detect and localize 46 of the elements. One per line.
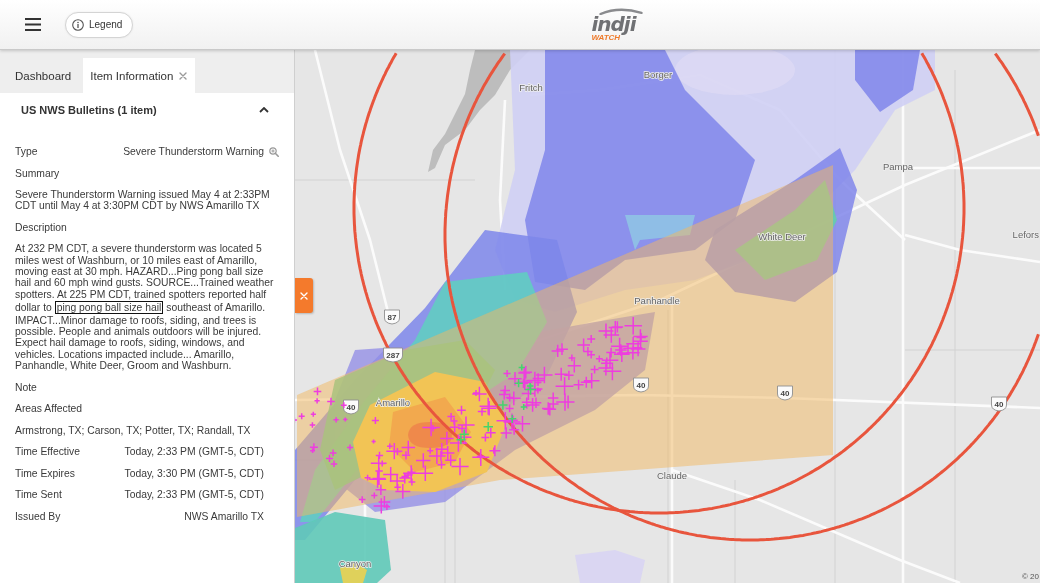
field-label: Type bbox=[15, 146, 38, 158]
field-text: Severe Thunderstorm Warning issued May 4 at 2:33PM CDT until May 4 at 3:30PM CDT by NWS Amarillo TX bbox=[15, 188, 271, 214]
info-icon bbox=[72, 18, 84, 31]
town-label: Amarillo bbox=[375, 397, 411, 408]
field-label: Time Sent bbox=[15, 489, 62, 501]
field-label: Note bbox=[15, 381, 37, 393]
tab[interactable]: Dashboard bbox=[8, 58, 80, 93]
highway-shield: 40 bbox=[777, 385, 793, 401]
highway-shield: 40 bbox=[991, 396, 1007, 412]
legend-button[interactable]: Legend bbox=[65, 11, 134, 38]
collapse-panel-button[interactable] bbox=[295, 278, 313, 313]
field-value: NWS Amarillo TX bbox=[184, 510, 264, 522]
field-text: At 232 PM CDT, a severe thunderstorm was located 5 miles west of Washburn, or 10 miles east of Amarillo, moving east at 30 mph. HAZARD...Ping pong ball size hail and 60 mph wind gusts. SOURCE...Trained weather spotters. At 225 PM CDT, trained spotters reported half dollar to ping pong ball size hail southeast of Amarillo. IMPACT...Minor damage to roofs, siding, and trees is possible. People and animals outdoors will be injured. Expect hail damage to roofs, siding, windows, and vehicles. Locations impacted include... Amarillo, Panhandle, White Deer, Groom and Washburn. bbox=[15, 242, 275, 374]
field-label: Areas Affected bbox=[15, 403, 83, 415]
field-label: Time Effective bbox=[15, 446, 80, 458]
field-value: Today, 3:30 PM (GMT-5, CDT) bbox=[124, 467, 264, 479]
swoosh-icon bbox=[599, 7, 644, 15]
field-label: Description bbox=[15, 222, 67, 234]
field-value: Today, 2:33 PM (GMT-5, CDT) bbox=[124, 489, 264, 501]
logo-tagline: WATCH bbox=[591, 32, 621, 42]
town-label: Lefors bbox=[1012, 229, 1039, 240]
close-icon[interactable] bbox=[179, 71, 188, 80]
town-label: Canyon bbox=[338, 558, 372, 569]
map-attribution: © 20 bbox=[1022, 572, 1039, 581]
logo-wordmark: indji bbox=[591, 14, 636, 34]
town-label: Panhandle bbox=[634, 295, 680, 306]
tab[interactable]: Item Information bbox=[83, 58, 196, 93]
highway-shield: 87 bbox=[384, 309, 400, 325]
chevron-up-icon[interactable] bbox=[259, 107, 269, 113]
menu-icon[interactable] bbox=[25, 18, 41, 31]
field-value: Today, 2:33 PM (GMT-5, CDT) bbox=[124, 446, 264, 458]
section-title: US NWS Bulletins (1 item) bbox=[21, 104, 157, 116]
warning-polygon[interactable] bbox=[297, 165, 833, 517]
field-label: Summary bbox=[15, 167, 60, 179]
town-label: White Deer bbox=[758, 231, 806, 242]
field-text: Armstrong, TX; Carson, TX; Potter, TX; Randall, TX bbox=[15, 423, 252, 438]
town-label: Pampa bbox=[882, 161, 914, 172]
zoom-in-icon[interactable] bbox=[269, 146, 279, 157]
town-label: Fritch bbox=[519, 82, 543, 93]
field-value: Severe Thunderstorm Warning bbox=[123, 146, 264, 158]
field-label: Time Expires bbox=[15, 467, 75, 479]
town-label: Borger bbox=[643, 69, 673, 80]
field-label: Issued By bbox=[15, 510, 61, 522]
town-label: Claude bbox=[656, 470, 688, 481]
highway-shield: 40 bbox=[633, 377, 649, 393]
highway-shield: 287 bbox=[383, 347, 403, 363]
